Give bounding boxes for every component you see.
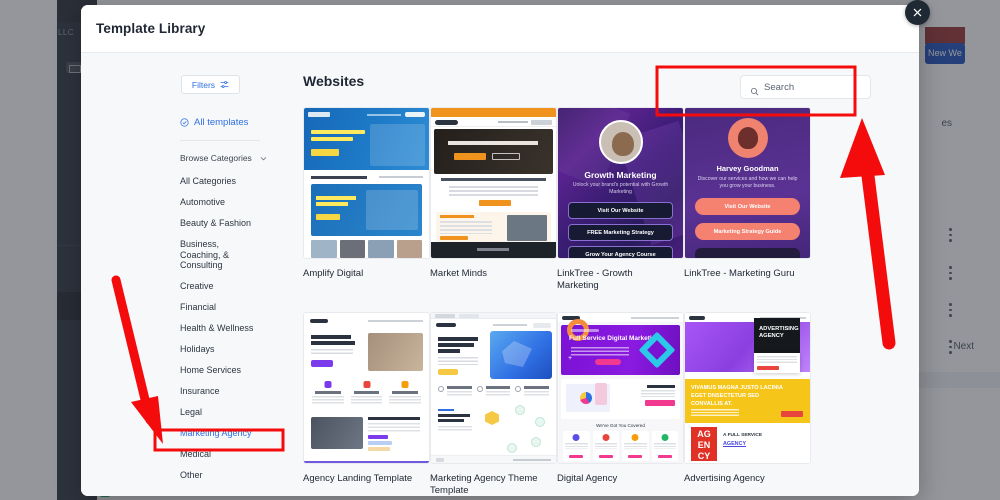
thumb-subtext: Unlock your brand's potential with Growt… (572, 182, 669, 196)
template-library-modal: Template Library Filters (81, 5, 919, 496)
thumb-subtext: Discover our services and how we can hel… (695, 176, 800, 190)
template-card-label: Advertising Agency (684, 473, 802, 485)
sidebar-item-insurance[interactable]: Insurance (81, 386, 278, 397)
template-thumbnail-linktree-growth-marketing[interactable]: Growth Marketing Unlock your brand's pot… (557, 107, 684, 259)
thumb-heading: Harvey Goodman (685, 164, 810, 173)
thumb-button: FREE Marketing Strategy (568, 224, 673, 241)
sidebar-item-business-coaching-consulting[interactable]: Business, Coaching, & Consulting (81, 239, 253, 271)
thumb-section-label: We've Got You Covered (558, 423, 683, 428)
sidebar-item-all-templates[interactable]: All templates (180, 117, 278, 128)
template-card[interactable]: ADVERTISING AGENCY VIVAMUS MAGNA JUSTO L… (684, 312, 811, 496)
template-card[interactable]: Full Service Digital Marketing + We've G (557, 312, 684, 496)
thumb-button: Visit Our Website (568, 202, 673, 219)
browse-categories-toggle[interactable]: Browse Categories (180, 153, 268, 163)
template-card-label: Digital Agency (557, 473, 675, 485)
all-templates-label: All templates (194, 117, 248, 128)
sidebar-item-marketing-agency[interactable]: Marketing Agency (81, 428, 278, 439)
sidebar-item-financial[interactable]: Financial (81, 302, 278, 313)
filters-button[interactable]: Filters (181, 75, 240, 94)
thumb-tagline: A FULL SERVICE (723, 433, 762, 438)
template-card-label: Agency Landing Template (303, 473, 421, 485)
template-card[interactable]: Harvey Goodman Discover our services and… (684, 107, 811, 292)
thumb-yellow-headline: VIVAMUS MAGNA JUSTO LACINIA EGET DNSECTE… (691, 384, 790, 408)
template-main-panel: Websites (278, 53, 919, 496)
thumb-button: Visit Our Website (695, 198, 800, 215)
thumb-red-block: AG EN CY (691, 427, 717, 461)
sidebar-item-home-services[interactable]: Home Services (81, 365, 278, 376)
template-card-label: LinkTree - Marketing Guru (684, 268, 802, 280)
search-input[interactable] (764, 82, 864, 93)
search-box[interactable] (740, 75, 871, 99)
sidebar-item-all-categories[interactable]: All Categories (81, 176, 278, 187)
template-thumbnail-amplify-digital[interactable] (303, 107, 430, 259)
template-thumbnail-market-minds[interactable] (430, 107, 557, 259)
avatar (599, 120, 643, 164)
thumb-heading: Growth Marketing (558, 170, 683, 180)
check-circle-icon (180, 118, 189, 127)
sliders-icon (220, 80, 229, 89)
template-card[interactable]: Agency Landing Template (303, 312, 430, 496)
template-card-label: LinkTree - Growth Marketing (557, 268, 675, 292)
sidebar-item-holidays[interactable]: Holidays (81, 344, 278, 355)
template-grid: Amplify Digital Market M (303, 107, 863, 496)
browse-categories-label: Browse Categories (180, 153, 252, 163)
close-icon (912, 7, 923, 18)
template-card[interactable]: Marketing Agency Theme Template (430, 312, 557, 496)
template-card[interactable]: Growth Marketing Unlock your brand's pot… (557, 107, 684, 292)
template-card[interactable]: Amplify Digital (303, 107, 430, 292)
sidebar-item-legal[interactable]: Legal (81, 407, 278, 418)
thumb-button: Grow Your Agency Course (568, 246, 673, 259)
avatar (728, 118, 768, 158)
template-card-label: Market Minds (430, 268, 548, 280)
sidebar-item-beauty-fashion[interactable]: Beauty & Fashion (81, 218, 278, 229)
category-sidebar: Filters All templates Brows (81, 53, 278, 496)
page-title: Template Library (96, 21, 205, 36)
template-thumbnail-marketing-agency-theme-template[interactable] (430, 312, 557, 464)
modal-body: Filters All templates Brows (81, 53, 919, 496)
template-thumbnail-digital-agency[interactable]: Full Service Digital Marketing + We've G (557, 312, 684, 464)
filters-button-label: Filters (192, 80, 215, 90)
template-card-label: Marketing Agency Theme Template (430, 473, 548, 496)
sidebar-item-medical[interactable]: Medical (81, 449, 278, 460)
chevron-down-icon (259, 154, 268, 163)
sidebar-divider (180, 140, 260, 141)
template-card-label: Amplify Digital (303, 268, 421, 280)
template-thumbnail-agency-landing-template[interactable] (303, 312, 430, 464)
thumb-card-title: ADVERTISING AGENCY (759, 326, 800, 340)
sidebar-item-health-wellness[interactable]: Health & Wellness (81, 323, 278, 334)
sidebar-item-other[interactable]: Other (81, 470, 278, 481)
search-icon (750, 83, 759, 92)
sidebar-item-automotive[interactable]: Automotive (81, 197, 278, 208)
template-card[interactable]: Market Minds (430, 107, 557, 292)
close-button[interactable] (905, 0, 930, 25)
sidebar-item-creative[interactable]: Creative (81, 281, 278, 292)
modal-header: Template Library (81, 5, 919, 53)
thumb-button: Marketing Strategy Guide (695, 223, 800, 240)
template-thumbnail-linktree-marketing-guru[interactable]: Harvey Goodman Discover our services and… (684, 107, 811, 259)
category-list: All Categories Automotive Beauty & Fashi… (81, 176, 278, 480)
thumb-tagline-link: AGENCY (723, 441, 746, 447)
section-heading: Websites (303, 73, 364, 89)
template-thumbnail-advertising-agency[interactable]: ADVERTISING AGENCY VIVAMUS MAGNA JUSTO L… (684, 312, 811, 464)
